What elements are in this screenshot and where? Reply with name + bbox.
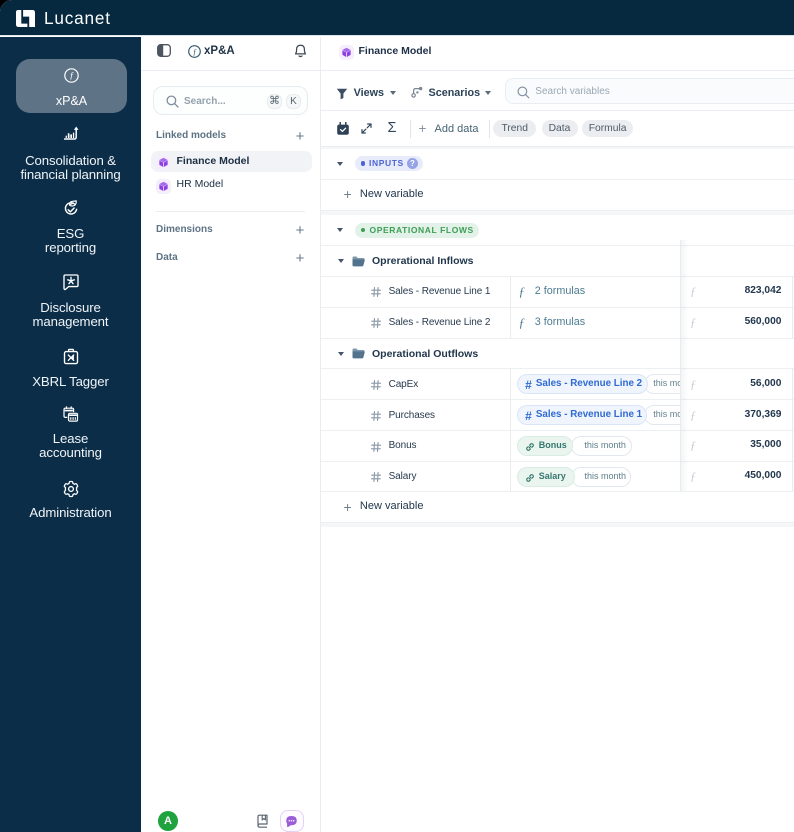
svg-text:ƒ: ƒ (193, 47, 197, 56)
svg-text:ƒ: ƒ (70, 71, 75, 81)
